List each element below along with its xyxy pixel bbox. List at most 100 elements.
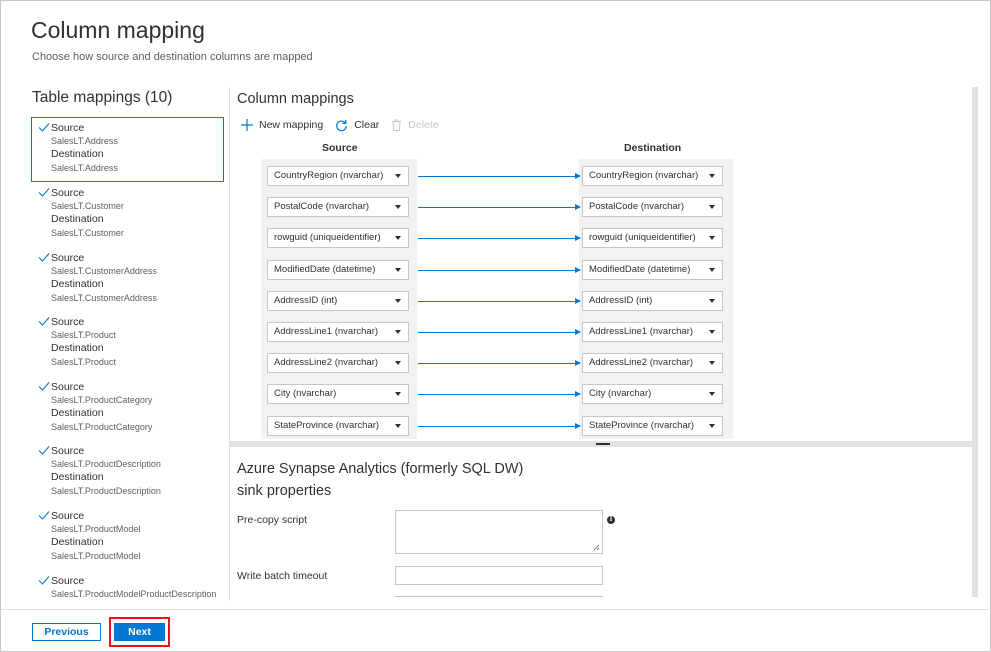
checkmark-icon[interactable] bbox=[38, 381, 50, 391]
source-column-header: Source bbox=[322, 142, 358, 154]
source-table-name: SalesLT.ProductModel bbox=[51, 523, 141, 534]
destination-column-dropdown[interactable]: StateProvince (nvarchar) bbox=[582, 415, 723, 436]
sink-title-line1: Azure Synapse Analytics (formerly SQL DW… bbox=[237, 461, 524, 477]
destination-column-dropdown[interactable]: AddressLine2 (nvarchar) bbox=[582, 353, 723, 374]
chevron-down-icon bbox=[395, 174, 401, 178]
clear-button[interactable]: Clear bbox=[335, 119, 379, 132]
source-column-dropdown[interactable]: AddressLine1 (nvarchar) bbox=[267, 322, 409, 342]
new-mapping-button[interactable]: New mapping bbox=[241, 119, 323, 131]
table-mappings-panel: Table mappings (10) Source SalesLT.Addres… bbox=[31, 89, 227, 599]
checkmark-icon[interactable] bbox=[38, 122, 50, 132]
destination-table-name: SalesLT.ProductDescription bbox=[51, 486, 161, 497]
refresh-icon bbox=[336, 119, 348, 131]
destination-table-name: SalesLT.Product bbox=[51, 357, 116, 368]
source-column-dropdown[interactable]: StateProvince (nvarchar) bbox=[267, 415, 409, 436]
source-column-dropdown[interactable]: rowguid (uniqueidentifier) bbox=[267, 228, 409, 249]
column-mapping-window: Column mapping Choose how source and des… bbox=[0, 0, 991, 652]
mapping-arrow-line bbox=[418, 207, 576, 209]
source-column-dropdown[interactable]: City (nvarchar) bbox=[267, 384, 409, 405]
checkmark-icon[interactable] bbox=[38, 187, 50, 197]
destination-column-dropdown[interactable]: AddressLine1 (nvarchar) bbox=[582, 322, 723, 342]
destination-column-value: ModifiedDate (datetime) bbox=[589, 263, 691, 275]
table-mapping-item[interactable]: Source SalesLT.Address Destination SalesLT.… bbox=[31, 117, 224, 182]
destination-column-value: City (nvarchar) bbox=[589, 388, 652, 400]
mapping-row: ModifiedDate (datetime) ModifiedDate (dat… bbox=[267, 259, 727, 282]
new-mapping-label: New mapping bbox=[259, 119, 324, 131]
mapping-arrow-line bbox=[418, 332, 576, 333]
chevron-down-icon bbox=[395, 298, 401, 303]
destination-label: Destination bbox=[51, 277, 104, 290]
destination-column-dropdown[interactable]: rowguid (uniqueidentifier) bbox=[582, 228, 723, 249]
source-column-dropdown[interactable]: CountryRegion (nvarchar) bbox=[267, 166, 409, 186]
destination-column-value: PostalCode (nvarchar) bbox=[589, 201, 685, 213]
source-column-dropdown[interactable]: AddressLine2 (nvarchar) bbox=[267, 353, 409, 374]
mapping-arrow-line bbox=[418, 238, 576, 240]
source-column-dropdown[interactable]: ModifiedDate (datetime) bbox=[267, 259, 409, 280]
table-mapping-item[interactable]: Source SalesLT.Product Destination SalesLT.… bbox=[31, 311, 224, 376]
splitter-grip-icon[interactable] bbox=[596, 443, 610, 445]
resize-grip-icon[interactable] bbox=[593, 544, 600, 551]
destination-column-dropdown[interactable]: City (nvarchar) bbox=[582, 384, 723, 405]
delete-button[interactable]: Delete bbox=[391, 119, 439, 131]
write-batch-timeout-input[interactable] bbox=[395, 566, 603, 585]
table-mapping-item[interactable]: Source SalesLT.CustomerAddress Destination… bbox=[31, 247, 224, 312]
checkmark-icon[interactable] bbox=[38, 575, 50, 585]
checkmark-icon[interactable] bbox=[38, 316, 50, 326]
previous-button[interactable]: Previous bbox=[32, 623, 101, 641]
next-button[interactable]: Next bbox=[114, 623, 165, 641]
source-label: Source bbox=[51, 316, 85, 329]
column-mappings-title: Column mappings bbox=[237, 91, 354, 107]
mapping-arrow-line bbox=[418, 394, 576, 396]
pre-copy-script-label: Pre-copy script bbox=[237, 514, 308, 526]
source-label: Source bbox=[51, 574, 85, 587]
destination-column-value: rowguid (uniqueidentifier) bbox=[589, 232, 696, 244]
table-mapping-item[interactable]: Source SalesLT.ProductModelProductDescrip… bbox=[31, 570, 224, 599]
checkmark-icon[interactable] bbox=[38, 445, 50, 456]
destination-column-dropdown[interactable]: CountryRegion (nvarchar) bbox=[582, 166, 723, 186]
source-column-value: AddressLine2 (nvarchar) bbox=[274, 357, 379, 369]
source-column-dropdown[interactable]: AddressID (int) bbox=[267, 290, 409, 311]
source-label: Source bbox=[51, 509, 85, 522]
next-field-edge bbox=[395, 596, 603, 597]
destination-column-dropdown[interactable]: ModifiedDate (datetime) bbox=[582, 259, 723, 280]
mapping-arrow-line bbox=[418, 300, 576, 302]
destination-column-value: AddressLine1 (nvarchar) bbox=[589, 326, 694, 337]
destination-table-name: SalesLT.ProductModel bbox=[51, 550, 141, 561]
table-mapping-item[interactable]: Source SalesLT.Customer Destination SalesLT… bbox=[31, 182, 224, 247]
source-label: Source bbox=[51, 445, 85, 458]
chevron-down-icon bbox=[709, 236, 715, 241]
chevron-down-icon bbox=[709, 392, 715, 397]
pre-copy-script-input[interactable] bbox=[395, 510, 603, 554]
destination-label: Destination bbox=[51, 213, 104, 225]
chevron-down-icon bbox=[709, 205, 715, 210]
destination-table-name: SalesLT.Customer bbox=[51, 228, 124, 238]
table-mapping-item[interactable]: Source SalesLT.ProductCategory Destination… bbox=[31, 376, 224, 441]
mapping-row: City (nvarchar) City (nvarchar) bbox=[267, 384, 727, 406]
destination-label: Destination bbox=[51, 342, 104, 355]
source-column-value: CountryRegion (nvarchar) bbox=[274, 170, 384, 181]
checkmark-icon[interactable] bbox=[38, 510, 50, 520]
table-mapping-item[interactable]: Source SalesLT.ProductDescription Destinat… bbox=[31, 440, 224, 505]
chevron-down-icon bbox=[395, 392, 401, 397]
source-column-dropdown[interactable]: PostalCode (nvarchar) bbox=[267, 197, 409, 218]
source-column-value: AddressLine1 (nvarchar) bbox=[274, 326, 379, 337]
destination-column-value: AddressID (int) bbox=[589, 294, 653, 306]
mapping-arrow-line bbox=[418, 425, 576, 427]
destination-column-dropdown[interactable]: PostalCode (nvarchar) bbox=[582, 197, 723, 218]
destination-column-dropdown[interactable]: AddressID (int) bbox=[582, 290, 723, 311]
footer-divider bbox=[1, 609, 991, 610]
arrow-right-icon bbox=[575, 422, 581, 429]
checkmark-icon[interactable] bbox=[38, 252, 50, 262]
chevron-down-icon bbox=[395, 423, 401, 428]
destination-column-value: CountryRegion (nvarchar) bbox=[589, 170, 699, 181]
table-mapping-item[interactable]: Source SalesLT.ProductModel Destination Sal… bbox=[31, 505, 224, 570]
arrow-right-icon bbox=[575, 204, 581, 211]
source-column-value: rowguid (uniqueidentifier) bbox=[274, 232, 381, 244]
source-column-value: StateProvince (nvarchar) bbox=[274, 419, 380, 431]
mapping-row: PostalCode (nvarchar) PostalCode (nvarcha… bbox=[267, 197, 727, 219]
arrow-right-icon bbox=[575, 173, 581, 179]
arrow-right-icon bbox=[575, 329, 581, 335]
info-icon[interactable]: i bbox=[607, 516, 615, 524]
chevron-down-icon bbox=[709, 361, 715, 366]
vertical-scrollbar[interactable] bbox=[972, 87, 978, 597]
